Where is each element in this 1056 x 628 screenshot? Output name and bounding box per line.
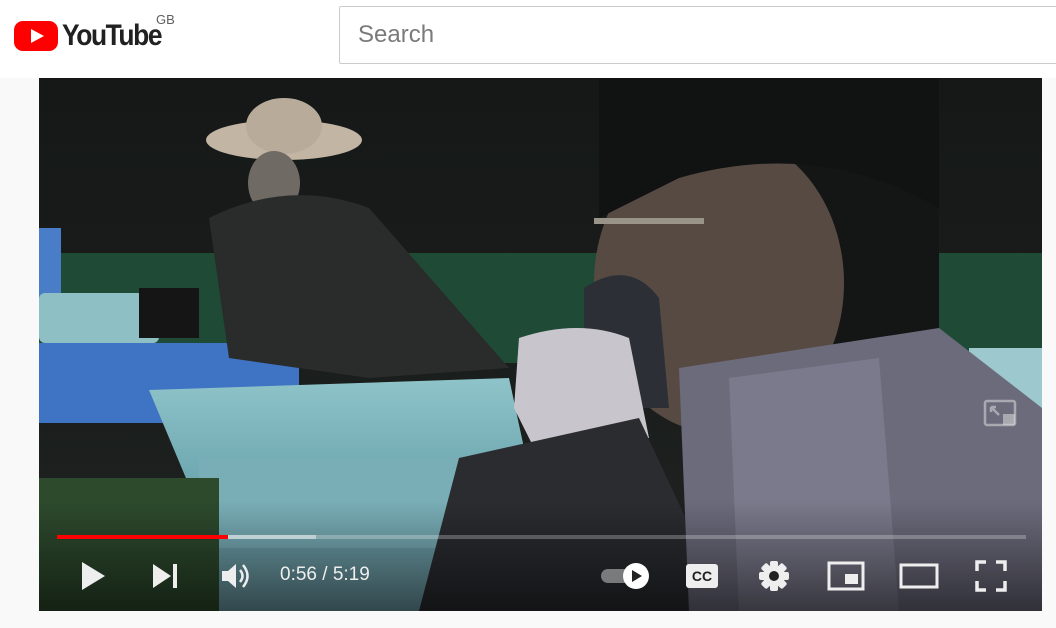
settings-button[interactable] [754,552,794,600]
expand-icon[interactable] [983,398,1019,430]
search-input[interactable] [340,7,1056,63]
logo-wordmark: YouTube [62,19,163,52]
fullscreen-icon [975,560,1007,592]
next-icon [153,564,177,588]
play-button[interactable] [73,552,113,600]
fullscreen-button[interactable] [971,552,1011,600]
play-icon [82,562,105,590]
search-box[interactable] [339,6,1056,64]
svg-text:CC: CC [692,568,712,584]
volume-icon [222,564,249,588]
mute-button[interactable] [214,552,258,600]
time-display: 0:56 / 5:19 [280,564,370,585]
theater-mode-icon [899,563,939,589]
played-range [57,535,228,539]
settings-icon [759,561,789,591]
progress-bar[interactable] [57,535,1026,539]
autoplay-toggle-icon [601,563,649,589]
captions-button[interactable]: CC [682,552,722,600]
region-code: GB [156,12,175,27]
youtube-play-logo-icon [14,21,58,51]
masthead: YouTube GB [0,0,1056,78]
theater-mode-button[interactable] [897,552,941,600]
captions-icon: CC [686,564,718,588]
video-player[interactable]: 0:56 / 5:19 CC [39,78,1042,611]
next-button[interactable] [145,552,185,600]
youtube-logo[interactable]: YouTube [14,19,175,52]
miniplayer-button[interactable] [824,552,868,600]
controls-gradient [39,501,1042,611]
miniplayer-icon [827,561,865,591]
autoplay-toggle[interactable] [598,552,654,600]
